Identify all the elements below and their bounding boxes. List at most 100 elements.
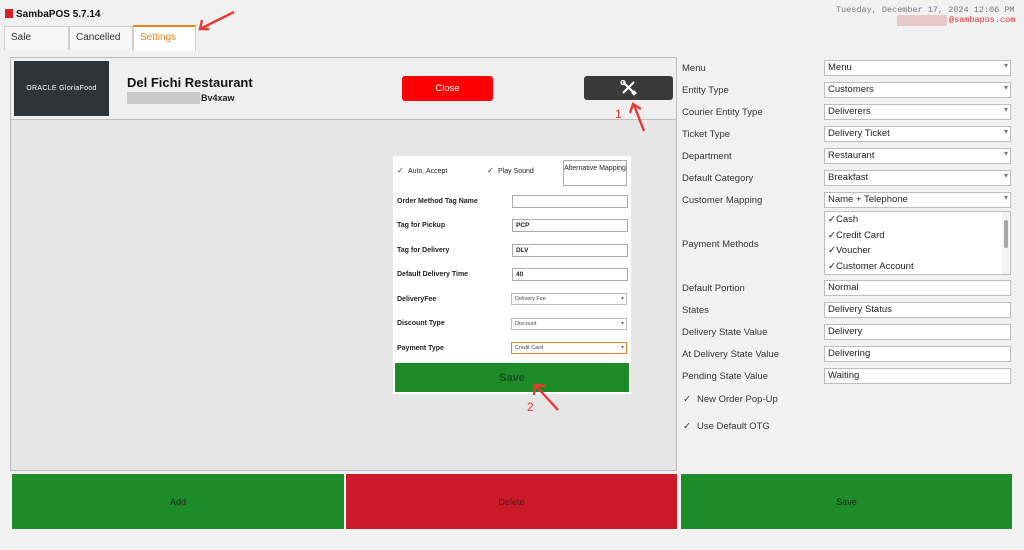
- check-icon: ✓: [828, 214, 836, 225]
- default-portion-label: Default Portion: [682, 283, 745, 294]
- payment-method-label: Credit Card: [835, 229, 885, 241]
- delivery-state-value-input[interactable]: Delivery: [824, 324, 1011, 340]
- use-default-otg-checkbox[interactable]: ✓ Use Default OTG: [683, 421, 770, 432]
- auto-accept-label: Auto. Accept: [408, 167, 448, 175]
- close-button[interactable]: Close: [402, 76, 493, 101]
- restaurant-code: Bv4xaw: [201, 93, 235, 103]
- check-icon: ✓: [487, 166, 494, 175]
- payment-method-label: Customer Account: [835, 260, 914, 272]
- menu-select[interactable]: Menu ▾: [824, 60, 1011, 76]
- pending-state-value-label: Pending State Value: [682, 371, 768, 382]
- chevron-down-icon: ▾: [1003, 61, 1008, 70]
- discount-type-label: Discount Type: [397, 320, 445, 327]
- tools-icon: [619, 80, 637, 96]
- delivery-fee-label: DeliveryFee: [397, 296, 437, 303]
- at-delivery-state-value-input[interactable]: Delivering: [824, 346, 1011, 362]
- save-button[interactable]: Save: [681, 474, 1012, 529]
- payment-type-value: Credit Card: [515, 345, 544, 351]
- customer-mapping-label: Customer Mapping: [682, 195, 763, 206]
- default-category-label: Default Category: [682, 173, 754, 184]
- menu-label: Menu: [682, 63, 706, 74]
- tab-settings[interactable]: Settings: [133, 25, 196, 51]
- chevron-down-icon: ▾: [1003, 105, 1008, 114]
- tab-sale[interactable]: Sale: [4, 26, 69, 50]
- courier-entity-type-value: Deliverers: [828, 106, 871, 117]
- default-category-value: Breakfast: [828, 172, 869, 183]
- tag-for-pickup-label: Tag for Pickup: [397, 222, 446, 229]
- app-title: SambaPOS 5.7.14: [16, 9, 101, 20]
- tag-for-delivery-label: Tag for Delivery: [397, 247, 450, 254]
- annotation-marker-2: 2: [527, 400, 534, 414]
- payment-method-voucher[interactable]: ✓Voucher: [825, 243, 1010, 259]
- customer-mapping-select[interactable]: Name + Telephone ▾: [824, 192, 1011, 208]
- delivery-fee-select[interactable]: Delivery Fee ▾: [511, 293, 627, 305]
- courier-entity-type-select[interactable]: Deliverers ▾: [824, 104, 1011, 120]
- default-delivery-time-input[interactable]: 40: [512, 268, 628, 281]
- chevron-down-icon: ▾: [620, 345, 624, 351]
- pending-state-value-input[interactable]: Waiting: [824, 368, 1011, 384]
- play-sound-checkbox[interactable]: ✓ Play Sound: [487, 167, 534, 175]
- department-value: Restaurant: [828, 150, 875, 161]
- default-category-select[interactable]: Breakfast ▾: [824, 170, 1011, 186]
- annotation-arrow-2: [532, 383, 559, 411]
- annotation-marker-1: 1: [615, 107, 622, 121]
- payment-method-cash[interactable]: ✓Cash: [825, 212, 1010, 228]
- add-button[interactable]: Add: [12, 474, 344, 529]
- states-label: States: [682, 305, 709, 316]
- payment-methods-scrollbar[interactable]: [1002, 212, 1010, 274]
- delete-button[interactable]: Delete: [346, 474, 677, 529]
- payment-method-credit-card[interactable]: ✓Credit Card: [825, 228, 1010, 244]
- tag-for-delivery-input[interactable]: DLV: [512, 244, 628, 257]
- payment-methods-list[interactable]: ✓Cash ✓Credit Card ✓Voucher ✓Customer Ac…: [824, 211, 1011, 275]
- oracle-gloriafood-logo: ORACLE GloriaFood: [14, 61, 109, 116]
- settings-tools-button[interactable]: [584, 76, 673, 100]
- department-select[interactable]: Restaurant ▾: [824, 148, 1011, 164]
- use-default-otg-label: Use Default OTG: [696, 421, 770, 432]
- customer-mapping-value: Name + Telephone: [828, 194, 908, 205]
- chevron-down-icon: ▾: [1003, 193, 1008, 202]
- tag-for-pickup-input[interactable]: PCP: [512, 219, 628, 232]
- datetime-display: Tuesday, December 17, 2024 12:06 PM: [836, 5, 1015, 15]
- auto-accept-checkbox[interactable]: ✓ Auto. Accept: [397, 167, 447, 175]
- at-delivery-state-value-label: At Delivery State Value: [682, 349, 779, 360]
- scrollbar-thumb[interactable]: [1004, 220, 1008, 248]
- restaurant-name: Del Fichi Restaurant: [127, 75, 253, 90]
- order-method-tag-name-input[interactable]: [512, 195, 628, 208]
- ticket-type-select[interactable]: Delivery Ticket ▾: [824, 126, 1011, 142]
- chevron-down-icon: ▾: [1003, 171, 1008, 180]
- ticket-type-label: Ticket Type: [682, 129, 731, 140]
- app-logo-icon: [5, 9, 13, 18]
- entity-type-value: Customers: [828, 84, 874, 95]
- courier-entity-type-label: Courier Entity Type: [682, 107, 763, 118]
- chevron-down-icon: ▾: [620, 321, 624, 327]
- check-icon: ✓: [397, 166, 404, 175]
- chevron-down-icon: ▾: [620, 296, 624, 302]
- email-redaction: [897, 15, 947, 26]
- payment-type-label: Payment Type: [397, 345, 444, 352]
- new-order-popup-checkbox[interactable]: ✓ New Order Pop-Up: [683, 394, 778, 405]
- department-label: Department: [682, 151, 732, 162]
- states-input[interactable]: Delivery Status: [824, 302, 1011, 318]
- check-icon: ✓: [828, 245, 836, 256]
- payment-type-select[interactable]: Credit Card ▾: [511, 342, 627, 354]
- discount-type-select[interactable]: Discount ▾: [511, 318, 627, 330]
- payment-method-label: Voucher: [835, 245, 871, 256]
- check-icon: ✓: [828, 260, 836, 272]
- tab-cancelled[interactable]: Cancelled: [69, 26, 133, 50]
- payment-method-customer-account[interactable]: ✓Customer Account: [825, 259, 1010, 275]
- delivery-state-value-label: Delivery State Value: [682, 327, 768, 338]
- chevron-down-icon: ▾: [1003, 83, 1008, 92]
- sambapos-window: SambaPOS 5.7.14 Tuesday, December 17, 20…: [0, 0, 1024, 550]
- check-icon: ✓: [828, 229, 836, 241]
- default-portion-input[interactable]: Normal: [824, 280, 1011, 296]
- play-sound-label: Play Sound: [498, 167, 534, 175]
- entity-type-label: Entity Type: [682, 85, 729, 96]
- entity-type-select[interactable]: Customers ▾: [824, 82, 1011, 98]
- default-delivery-time-label: Default Delivery Time: [397, 271, 469, 278]
- payment-method-label: Cash: [835, 214, 859, 225]
- annotation-arrow-1: [628, 102, 646, 132]
- payment-methods-label: Payment Methods: [682, 239, 759, 250]
- alternative-mapping-button[interactable]: Alternative Mapping: [563, 160, 627, 186]
- annotation-arrow-settings: [198, 10, 235, 31]
- form-save-button[interactable]: Save: [395, 363, 629, 392]
